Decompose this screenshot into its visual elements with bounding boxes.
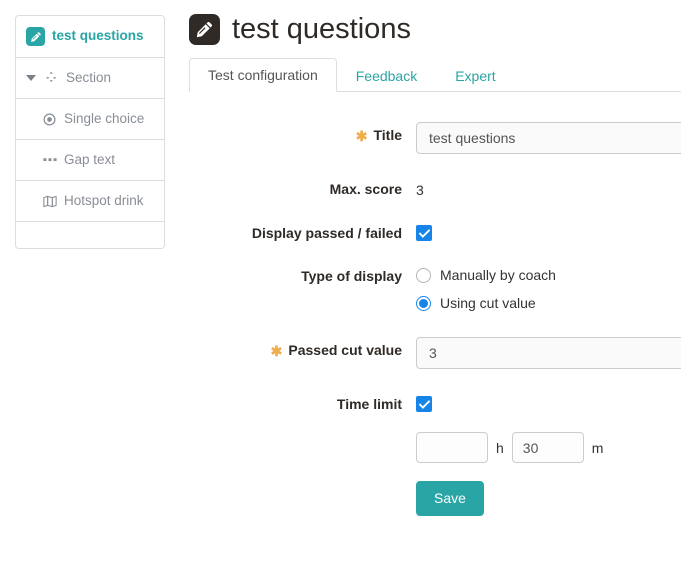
label-type-of-display-text: Type of display [301, 268, 402, 284]
form-row-max-score: Max. score 3 [189, 174, 681, 198]
sidebar-item-test-questions[interactable]: test questions [16, 16, 164, 58]
radio-using-cut-value[interactable] [416, 295, 431, 311]
label-passed-cut-value: ✱ Passed cut value [189, 335, 416, 358]
cubes-icon [44, 71, 59, 85]
sidebar-item-label: Section [66, 69, 112, 85]
test-configuration-form: ✱ Title Max. score 3 Display pass [189, 92, 681, 516]
form-row-passed-cut-value: ✱ Passed cut value [189, 335, 681, 369]
max-score-value: 3 [416, 182, 424, 198]
pencil-badge-icon [26, 27, 45, 46]
field-type-of-display: Manually by coach Using cut value [416, 261, 681, 315]
field-title [416, 120, 681, 154]
required-asterisk-icon: ✱ [355, 128, 368, 144]
label-title: ✱ Title [189, 120, 416, 143]
field-save: Save [416, 479, 681, 516]
tab-bar: Test configuration Feedback Expert [189, 58, 681, 92]
minutes-input[interactable] [511, 432, 584, 463]
tab-test-configuration[interactable]: Test configuration [189, 58, 337, 92]
field-display-passed-failed [416, 218, 681, 241]
label-type-of-display: Type of display [189, 261, 416, 284]
pencil-icon [189, 14, 220, 45]
hours-input[interactable] [416, 432, 488, 463]
label-time-limit: Time limit [189, 389, 416, 412]
main-content: test questions Test configuration Feedba… [189, 0, 681, 581]
label-time-values-spacer [189, 430, 416, 437]
form-row-save: Save [189, 479, 681, 516]
field-time-values: h m [416, 430, 681, 463]
label-passed-cut-value-text: Passed cut value [288, 342, 402, 358]
sidebar-item-label: test questions [52, 28, 144, 44]
page-title-text: test questions [232, 13, 411, 45]
form-row-type-of-display: Type of display Manually by coach Using … [189, 261, 681, 315]
radio-manually-by-coach-label: Manually by coach [440, 267, 556, 283]
tab-feedback[interactable]: Feedback [337, 59, 436, 92]
map-icon [42, 195, 57, 208]
passed-cut-value-input[interactable] [416, 337, 681, 369]
sidebar-item-label: Gap text [64, 151, 116, 167]
form-row-time-values: h m [189, 430, 681, 463]
sidebar-item-gap-text[interactable]: Gap text [16, 140, 164, 181]
display-passed-failed-checkbox[interactable] [416, 225, 432, 241]
ellipsis-icon [42, 157, 57, 163]
field-time-limit [416, 389, 681, 412]
app-root: test questions Section Single choice Gap… [0, 0, 681, 581]
minutes-unit-label: m [591, 439, 604, 456]
label-title-text: Title [373, 127, 402, 143]
form-row-time-limit: Time limit [189, 389, 681, 412]
page-title: test questions [189, 14, 681, 45]
time-inputs: h m [416, 432, 681, 463]
sidebar-item-label: Hotspot drink [64, 192, 144, 208]
label-save-spacer [189, 479, 416, 486]
sidebar-item-empty[interactable] [16, 222, 164, 248]
question-tree-sidebar: test questions Section Single choice Gap… [15, 15, 165, 249]
label-max-score-text: Max. score [329, 181, 402, 197]
form-row-title: ✱ Title [189, 120, 681, 154]
field-max-score: 3 [416, 174, 681, 198]
radio-manually-by-coach[interactable] [416, 267, 431, 283]
radio-option-using-cut-value[interactable]: Using cut value [416, 291, 681, 315]
label-max-score: Max. score [189, 174, 416, 197]
sidebar-item-hotspot-drink[interactable]: Hotspot drink [16, 181, 164, 222]
label-time-limit-text: Time limit [336, 396, 402, 412]
sidebar-item-section[interactable]: Section [16, 58, 164, 99]
radio-option-manually-by-coach[interactable]: Manually by coach [416, 263, 681, 287]
sidebar-item-single-choice[interactable]: Single choice [16, 99, 164, 140]
form-row-display-passed-failed: Display passed / failed [189, 218, 681, 241]
sidebar-item-label: Single choice [64, 110, 145, 126]
time-limit-checkbox[interactable] [416, 396, 432, 412]
chevron-down-icon[interactable] [26, 75, 36, 81]
title-input[interactable] [416, 122, 681, 154]
radio-using-cut-value-label: Using cut value [440, 295, 536, 311]
tab-expert[interactable]: Expert [436, 59, 514, 92]
label-display-passed-failed-text: Display passed / failed [251, 225, 402, 241]
dot-circle-icon [42, 113, 57, 126]
save-button[interactable]: Save [416, 481, 484, 516]
required-asterisk-icon: ✱ [270, 343, 283, 359]
label-display-passed-failed: Display passed / failed [189, 218, 416, 241]
hours-unit-label: h [496, 439, 504, 456]
field-passed-cut-value [416, 335, 681, 369]
